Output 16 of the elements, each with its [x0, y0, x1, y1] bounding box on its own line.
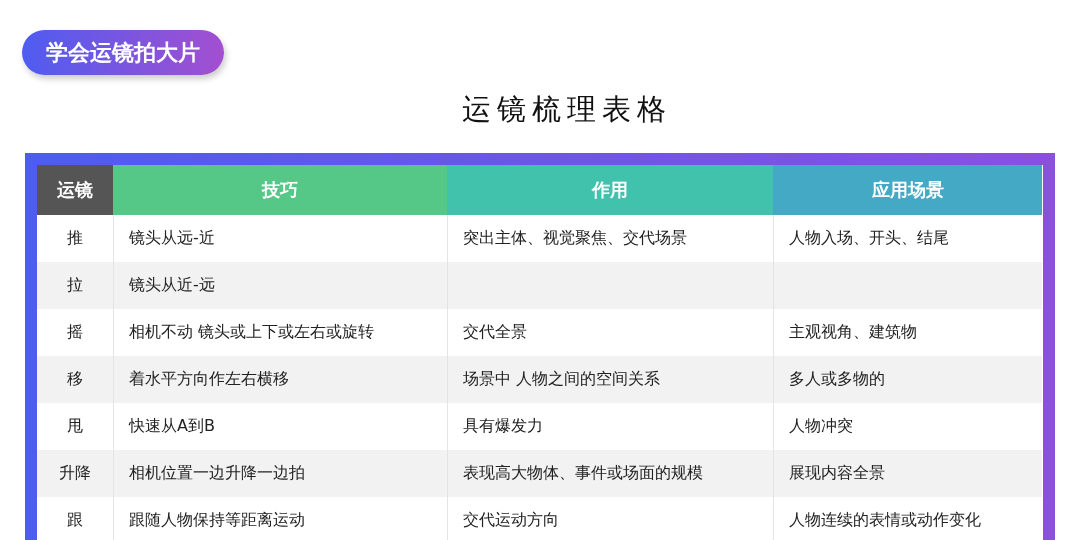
table-cell: 着水平方向作左右横移	[113, 356, 447, 403]
table-cell: 多人或多物的	[773, 356, 1042, 403]
column-header: 应用场景	[773, 165, 1042, 215]
table-cell: 移	[37, 356, 113, 403]
table-cell: 升降	[37, 450, 113, 497]
column-header: 作用	[447, 165, 773, 215]
table-cell: 相机位置一边升降一边拍	[113, 450, 447, 497]
table-cell: 拉	[37, 262, 113, 309]
title-badge: 学会运镜拍大片	[22, 30, 224, 75]
table-cell: 表现高大物体、事件或场面的规模	[447, 450, 773, 497]
column-header: 技巧	[113, 165, 447, 215]
table-cell: 场景中 人物之间的空间关系	[447, 356, 773, 403]
table-cell: 展现内容全景	[773, 450, 1042, 497]
column-header: 运镜	[37, 165, 113, 215]
table-cell: 镜头从近-远	[113, 262, 447, 309]
table-title: 运镜梳理表格	[461, 91, 673, 128]
